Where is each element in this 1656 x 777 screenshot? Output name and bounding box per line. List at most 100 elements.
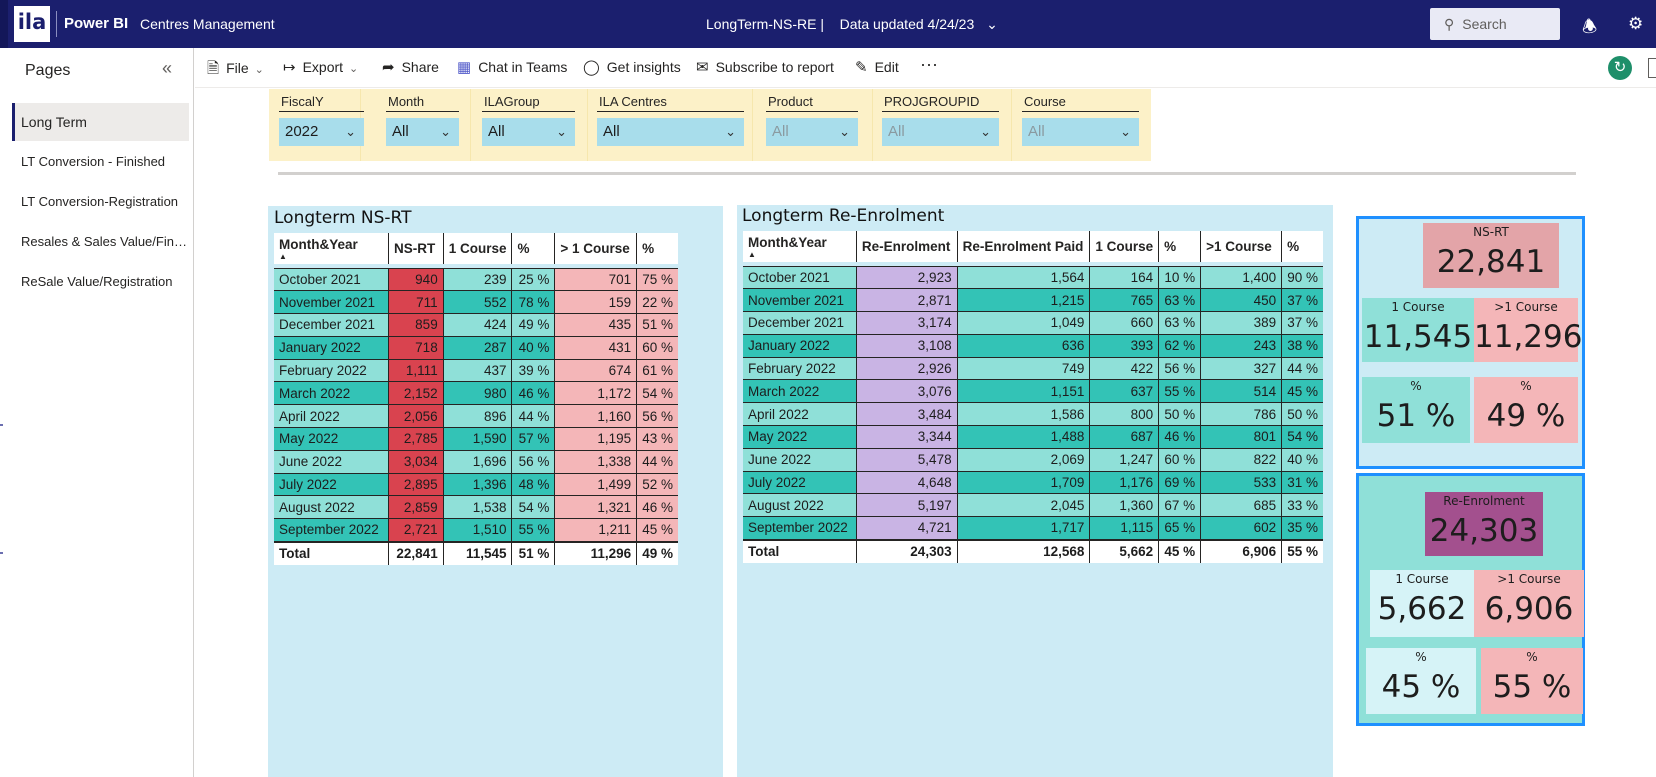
- table-cell: 3,174: [855, 311, 958, 335]
- export-menu[interactable]: ↦ Export ⌄: [283, 58, 358, 76]
- table-row[interactable]: September 2022 2,721 1,510 55 % 1,211 45 %: [274, 518, 678, 542]
- table-row[interactable]: April 2022 2,056 896 44 % 1,160 56 %: [274, 404, 678, 428]
- column-header[interactable]: Month&Year ▲: [274, 233, 389, 264]
- more-options-button[interactable]: ···: [920, 54, 938, 75]
- table-row[interactable]: February 2022 1,111 437 39 % 674 61 %: [274, 358, 678, 382]
- total-cell: 55 %: [1281, 538, 1323, 563]
- table-row[interactable]: December 2021 859 424 49 % 435 51 %: [274, 313, 678, 337]
- column-header[interactable]: Re-Enrolment Paid: [956, 231, 1090, 262]
- edit-button[interactable]: ✎ Edit: [855, 58, 899, 76]
- chevron-down-icon: ⌄: [980, 124, 991, 139]
- gear-icon[interactable]: ⚙: [1628, 14, 1643, 34]
- slicer-product: Product All ⌄: [766, 94, 858, 146]
- table-row[interactable]: May 2022 2,785 1,590 57 % 1,195 43 %: [274, 427, 678, 451]
- column-header[interactable]: %: [511, 233, 555, 264]
- slicer-dropdown[interactable]: All ⌄: [386, 118, 459, 146]
- slicer-ilagroup: ILAGroup All ⌄: [482, 94, 575, 146]
- report-title-area[interactable]: LongTerm-NS-RE | Data updated 4/24/23 ⌄: [706, 16, 998, 33]
- column-header[interactable]: 1 Course: [442, 233, 512, 264]
- page-item-long-term[interactable]: Long Term: [12, 103, 189, 141]
- table-row[interactable]: May 2022 3,344 1,488 687 46 % 801 54 %: [743, 425, 1323, 449]
- table-row[interactable]: February 2022 2,926 749 422 56 % 327 44 %: [743, 356, 1323, 380]
- subscribe-button[interactable]: ✉ Subscribe to report: [696, 58, 834, 76]
- sort-ascending-icon[interactable]: ▲: [279, 253, 383, 261]
- chevron-down-icon[interactable]: ⌄: [986, 16, 998, 33]
- table-cell: 3,344: [855, 425, 958, 449]
- column-header[interactable]: Re-Enrolment: [855, 231, 958, 262]
- page-item-lt-conversion-finished[interactable]: LT Conversion - Finished: [12, 143, 189, 181]
- search-box[interactable]: ⚲ Search: [1430, 8, 1560, 40]
- chat-in-teams-button[interactable]: ▦ Chat in Teams: [457, 58, 567, 76]
- table-row[interactable]: September 2022 4,721 1,717 1,115 65 % 602 35 %: [743, 516, 1323, 540]
- file-menu[interactable]: 🗎 File ⌄: [207, 58, 264, 83]
- table-cell: 980: [442, 381, 512, 405]
- org-logo[interactable]: ila: [14, 6, 50, 42]
- table-row[interactable]: July 2022 2,895 1,396 48 % 1,499 52 %: [274, 472, 678, 496]
- column-header[interactable]: %: [636, 233, 678, 264]
- table-row[interactable]: October 2021 2,923 1,564 164 10 % 1,400 90 %: [743, 265, 1323, 289]
- bell-icon[interactable]: 🕭: [1582, 14, 1597, 43]
- slicer-dropdown[interactable]: All ⌄: [766, 118, 858, 146]
- table-row[interactable]: July 2022 4,648 1,709 1,176 69 % 533 31 %: [743, 470, 1323, 494]
- table-cell: 2,923: [855, 265, 958, 289]
- table-row[interactable]: August 2022 2,859 1,538 54 % 1,321 46 %: [274, 495, 678, 519]
- column-header[interactable]: NS-RT: [388, 233, 444, 264]
- kpi-label: %: [1520, 379, 1532, 393]
- table-cell: 60 %: [636, 335, 678, 360]
- slicer-dropdown[interactable]: 2022 ⌄: [279, 118, 364, 146]
- column-header[interactable]: Month&Year ▲: [743, 231, 857, 262]
- slicer-dropdown[interactable]: All ⌄: [882, 118, 999, 146]
- teams-icon: ▦: [457, 59, 472, 76]
- table-cell: 701: [554, 267, 637, 291]
- kpi-value: 11,545: [1363, 319, 1473, 355]
- sort-ascending-icon[interactable]: ▲: [748, 251, 851, 259]
- slicer-dropdown[interactable]: All ⌄: [482, 118, 575, 146]
- table-row[interactable]: June 2022 3,034 1,696 56 % 1,338 44 %: [274, 449, 678, 474]
- table-row[interactable]: January 2022 3,108 636 393 62 % 243 38 %: [743, 333, 1323, 358]
- get-insights-button[interactable]: ◯ Get insights: [583, 58, 681, 76]
- table-cell: 63 %: [1158, 288, 1201, 312]
- table-cell: 3,034: [388, 449, 444, 474]
- table-cell: 1,499: [554, 472, 637, 496]
- slicer-label: ILA Centres: [597, 94, 744, 112]
- page-item-lt-conversion-registration[interactable]: LT Conversion-Registration: [12, 183, 189, 221]
- refresh-icon[interactable]: ↻: [1608, 56, 1632, 80]
- table-cell: 2,069: [956, 447, 1090, 472]
- kpi-value: 11,296: [1474, 319, 1583, 355]
- table-cell: 2,785: [388, 427, 444, 451]
- chevron-down-icon: ⌄: [725, 124, 736, 139]
- table-row[interactable]: June 2022 5,478 2,069 1,247 60 % 822 40 %: [743, 447, 1323, 472]
- table-row[interactable]: October 2021 940 239 25 % 701 75 %: [274, 267, 678, 291]
- table-cell: 1,696: [442, 449, 512, 474]
- column-header[interactable]: 1 Course: [1089, 231, 1159, 262]
- page-item-resale-value-registration[interactable]: ReSale Value/Registration: [12, 263, 189, 301]
- column-header[interactable]: > 1 Course: [554, 233, 637, 264]
- page-item-resales-sales-value[interactable]: Resales & Sales Value/Finished: [12, 223, 189, 261]
- table-row[interactable]: March 2022 2,152 980 46 % 1,172 54 %: [274, 381, 678, 405]
- column-header[interactable]: %: [1281, 231, 1323, 262]
- table-row[interactable]: November 2021 2,871 1,215 765 63 % 450 37 %: [743, 288, 1323, 312]
- slicer-dropdown[interactable]: All ⌄: [1022, 118, 1139, 146]
- row-label: May 2022: [743, 425, 857, 449]
- table-row[interactable]: April 2022 3,484 1,586 800 50 % 786 50 %: [743, 402, 1323, 426]
- share-button[interactable]: ➦ Share: [382, 58, 439, 76]
- table-row[interactable]: August 2022 5,197 2,045 1,360 67 % 685 33 %: [743, 493, 1323, 517]
- row-label: February 2022: [274, 358, 389, 382]
- workspace-name[interactable]: Centres Management: [140, 16, 275, 32]
- table-row[interactable]: March 2022 3,076 1,151 637 55 % 514 45 %: [743, 379, 1323, 403]
- table-row[interactable]: November 2021 711 552 78 % 159 22 %: [274, 290, 678, 314]
- table-row[interactable]: January 2022 718 287 40 % 431 60 %: [274, 335, 678, 360]
- slicer-dropdown[interactable]: All ⌄: [597, 118, 744, 146]
- kpi-reenrol-multi-course: >1 Course 6,906: [1474, 570, 1584, 637]
- search-icon: ⚲: [1444, 16, 1455, 32]
- column-header[interactable]: %: [1158, 231, 1201, 262]
- filters-pane-edge-icon[interactable]: [1648, 58, 1656, 78]
- collapse-pages-icon[interactable]: «: [162, 58, 172, 79]
- table-cell: 2,721: [388, 518, 444, 542]
- app-name[interactable]: Power BI: [64, 15, 128, 32]
- column-header[interactable]: >1 Course: [1200, 231, 1282, 262]
- reenrol-matrix[interactable]: Month&Year ▲ Re-Enrolment Re-Enrolment Paid…: [743, 231, 1323, 563]
- table-row[interactable]: December 2021 3,174 1,049 660 63 % 389 37 %: [743, 311, 1323, 335]
- nsrt-matrix[interactable]: Month&Year ▲ NS-RT 1 Course% > 1 Course% Oct…: [274, 233, 678, 565]
- kpi-reenrol-one-course: 1 Course 5,662: [1370, 570, 1474, 637]
